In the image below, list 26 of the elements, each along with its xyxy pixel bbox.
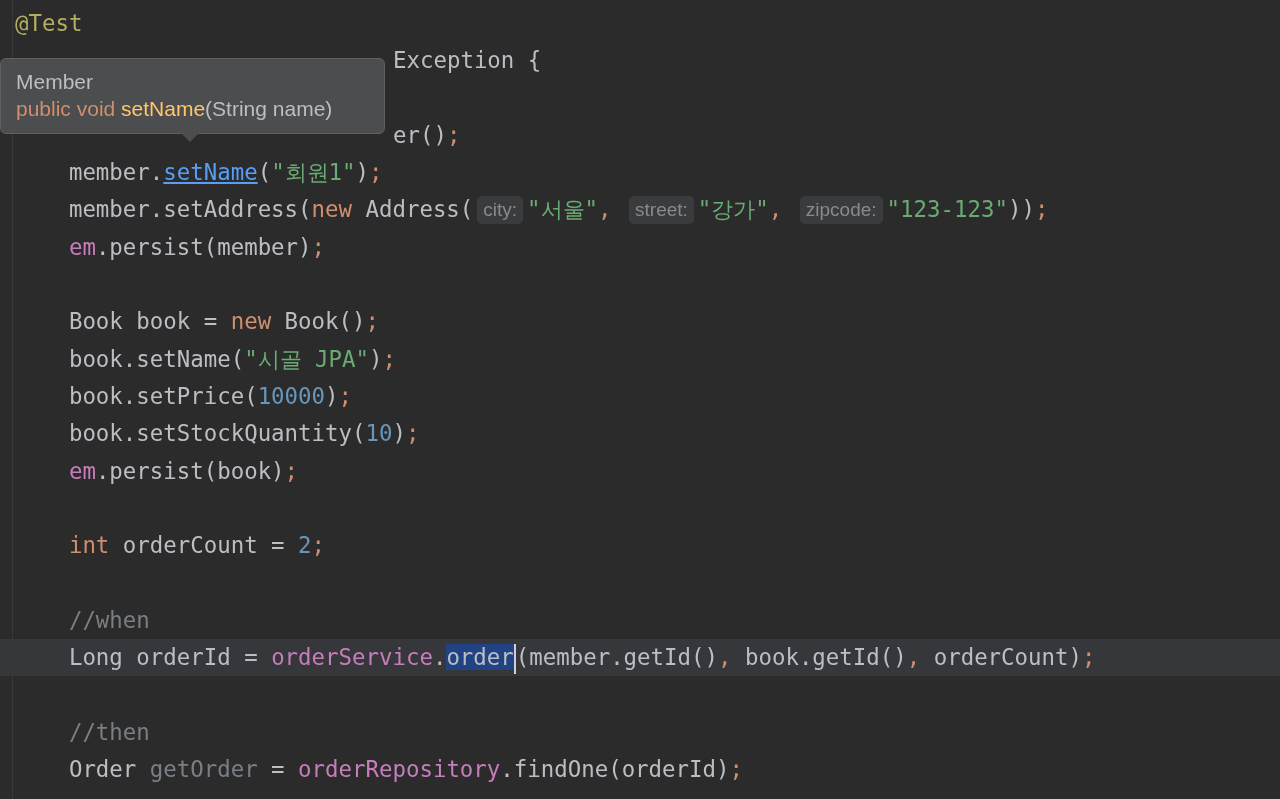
- method-link[interactable]: setName: [163, 154, 258, 192]
- code-text: Book book = new Book();: [68, 307, 379, 337]
- code-text: book.setPrice(10000);: [68, 381, 352, 411]
- code-text: "123-123"));: [886, 195, 1049, 225]
- method-signature: public void setName(String name): [16, 96, 334, 122]
- code-text: //when: [68, 605, 150, 635]
- code-text: book.setName("시골 JPA");: [68, 344, 396, 374]
- inlay-hint: street:: [629, 196, 694, 225]
- code-text: //then: [68, 717, 150, 747]
- code-text: Exception {: [393, 46, 542, 76]
- class-name: Member: [16, 69, 95, 95]
- inlay-hint: zipcode:: [799, 196, 883, 225]
- code-text: member.setAddress(new Address(: [68, 195, 474, 225]
- code-text: @Test: [15, 9, 83, 38]
- inlay-hint: city:: [477, 196, 524, 225]
- code-text: book.setStockQuantity(10);: [68, 419, 420, 449]
- code-text: member.: [68, 158, 164, 188]
- code-text: "강가",: [697, 195, 784, 225]
- code-text: er();: [393, 120, 461, 150]
- code-text: em.persist(member);: [68, 232, 326, 262]
- code-text: "서울",: [527, 195, 613, 225]
- code-text: int orderCount = 2;: [68, 531, 326, 561]
- code-text: em.persist(book);: [68, 456, 299, 486]
- code-text: Long orderId = orderService.order(member.getId(), book.getId(), orderCount);: [68, 639, 1096, 677]
- code-text: Order getOrder = orderRepository.findOne(orderId);: [68, 754, 743, 784]
- code-text: ("회원1");: [257, 158, 383, 188]
